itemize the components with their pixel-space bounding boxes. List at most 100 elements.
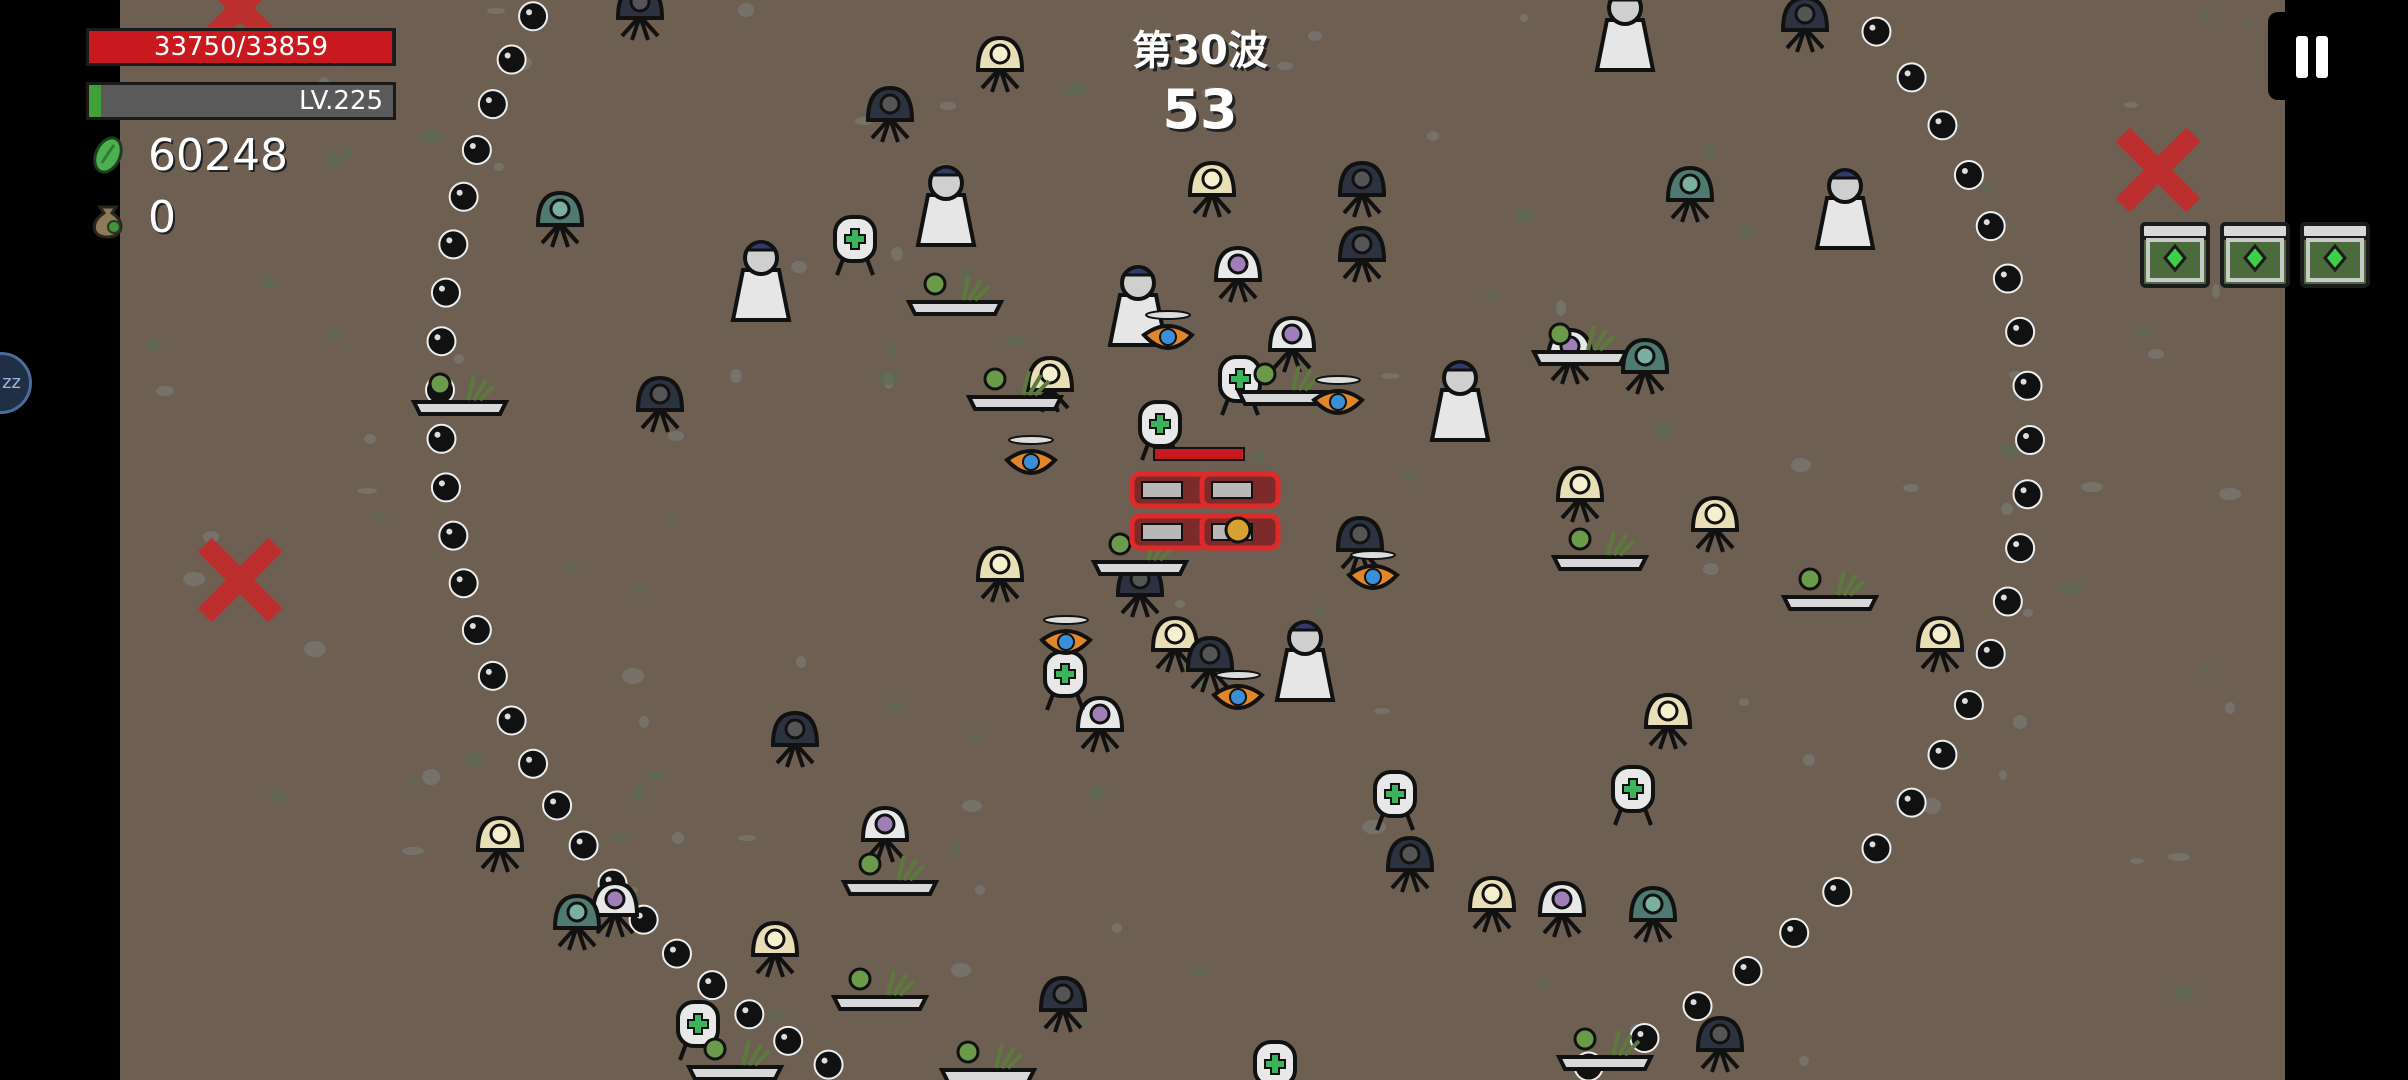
ground-pebble	[1189, 966, 1207, 976]
turret-unit	[615, 0, 665, 41]
ground-pebble	[950, 841, 960, 855]
ground-pebble	[796, 656, 806, 668]
mine-orb	[1927, 739, 1958, 770]
ground-pebble	[1175, 600, 1185, 608]
mine-orb	[2005, 316, 2036, 347]
mine-orb	[2005, 533, 2036, 564]
ground-pebble	[1254, 450, 1264, 464]
bag-count: 0	[148, 191, 176, 243]
robed-unit	[1814, 168, 1876, 250]
ground-pebble	[421, 130, 443, 144]
mine-orb	[697, 970, 728, 1001]
ground-pebble	[2023, 609, 2033, 617]
mine-orb	[1927, 110, 1958, 141]
mine-orb	[773, 1025, 804, 1056]
wave-timer: 53	[1162, 78, 1238, 141]
healer-unit	[1043, 650, 1087, 711]
ground-pebble	[2219, 488, 2241, 500]
ground-pebble	[2225, 702, 2235, 714]
ground-pebble	[357, 488, 377, 494]
arena-canvas	[147, 0, 2251, 1080]
ground-pebble	[612, 833, 632, 841]
mine-orb	[461, 615, 492, 646]
ground-pebble	[962, 800, 982, 812]
drone-unit	[1141, 310, 1195, 350]
ground-pebble	[304, 641, 326, 657]
ground-pebble	[183, 572, 205, 586]
ground-pebble	[464, 753, 484, 765]
level-bar: LV.225	[86, 82, 396, 120]
mine-orb	[518, 748, 549, 779]
mine-orb	[1992, 263, 2023, 294]
robed-unit	[730, 240, 792, 322]
ground-pebble	[877, 371, 901, 385]
turret-unit	[1915, 615, 1965, 673]
drone-unit	[1346, 550, 1400, 590]
mine-orb	[496, 44, 527, 75]
game-arena[interactable]	[120, 0, 2285, 1080]
ground-pebble	[886, 701, 904, 715]
ground-pebble	[1903, 484, 1919, 492]
turret-unit	[1335, 515, 1385, 573]
healer-unit	[1253, 1040, 1297, 1080]
garden-unit	[840, 852, 940, 896]
collected-crates	[2138, 218, 2378, 290]
ground-pebble	[2148, 349, 2164, 359]
mine-orb	[477, 660, 508, 691]
ground-pebble	[2243, 21, 2251, 29]
ground-pebble	[1005, 336, 1027, 346]
side-floating-button[interactable]: zz	[0, 352, 32, 414]
healer-unit	[1218, 355, 1262, 416]
ground-pebble	[738, 835, 756, 841]
ground-pebble	[269, 790, 285, 802]
ground-pebble	[1799, 1056, 1809, 1066]
ground-pebble	[1427, 131, 1439, 141]
ground-pebble	[1556, 300, 1566, 316]
mine-orb	[1732, 956, 1763, 987]
turret-unit	[1467, 875, 1517, 933]
loot-crate-icon	[2220, 222, 2290, 288]
ground-pebble	[639, 716, 649, 728]
turret-unit	[1665, 165, 1715, 223]
ground-pebble	[1112, 923, 1122, 933]
ground-pebble	[487, 8, 505, 14]
ground-pebble	[1404, 470, 1418, 482]
mine-orb	[448, 181, 479, 212]
ground-pebble	[891, 247, 903, 261]
ground-pebble	[1653, 423, 1675, 437]
mine-orb	[1861, 833, 1892, 864]
mine-orb	[1779, 917, 1810, 948]
wave-info: 第30波 53	[1060, 18, 1340, 141]
ground-pebble	[1520, 14, 1528, 22]
turret-unit	[1555, 465, 1605, 523]
game-screen: 33750/33859 LV.225 60248 0 第30波 53 zz	[0, 0, 2408, 1080]
hp-bar: 33750/33859	[86, 28, 396, 66]
ground-pebble	[975, 885, 985, 895]
mine-orb	[426, 423, 457, 454]
turret-unit	[1185, 635, 1235, 693]
pause-button[interactable]	[2268, 12, 2356, 100]
turret-unit	[1213, 245, 1263, 303]
ground-pebble	[1791, 458, 1811, 472]
turret-unit	[865, 85, 915, 143]
turret-unit	[635, 375, 685, 433]
ground-pebble	[738, 3, 754, 17]
ground-pebble	[1803, 754, 1815, 766]
mine-orb	[734, 999, 765, 1030]
ground-pebble	[768, 1012, 786, 1020]
ground-pebble	[2199, 666, 2211, 674]
ground-pebble	[1374, 708, 1390, 714]
robed-unit	[1429, 360, 1491, 442]
ground-pebble	[494, 163, 504, 171]
turret-unit	[1690, 495, 1740, 553]
material-counter: 60248	[86, 128, 396, 182]
mine-orb	[661, 938, 692, 969]
ground-pebble	[364, 434, 376, 444]
ground-pebble	[1091, 785, 1105, 801]
ground-pebble	[454, 354, 464, 364]
ground-pebble	[730, 369, 742, 383]
bag-counter: 0	[86, 190, 396, 244]
green-material-icon	[93, 136, 123, 174]
ground-pebble	[147, 338, 161, 352]
turret-unit	[475, 815, 525, 873]
